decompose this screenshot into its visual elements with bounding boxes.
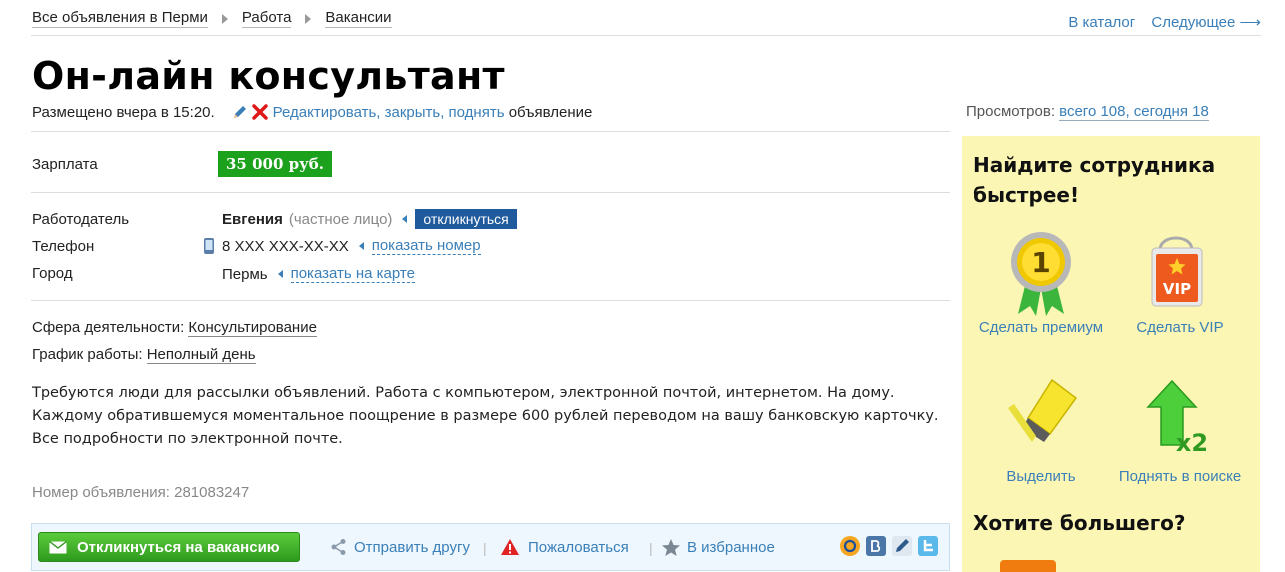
promo-heading-line: быстрее! [973, 183, 1080, 207]
vkontakte-icon[interactable] [866, 536, 886, 556]
svg-text:1: 1 [1031, 246, 1050, 279]
divider [31, 35, 1261, 36]
highlight-link[interactable]: Выделить [966, 468, 1116, 485]
raise-in-search-link[interactable]: Поднять в поиске [1105, 468, 1255, 485]
ad-description: Требуются люди для рассылки объявлений. … [32, 382, 952, 451]
divider [31, 300, 950, 301]
breadcrumb-all-ads[interactable]: Все объявления в Перми [32, 9, 208, 28]
livejournal-icon[interactable] [892, 536, 912, 556]
breadcrumb-arrow-icon [305, 13, 312, 24]
employer-value: Евгения (частное лицо) откликнуться [222, 209, 517, 229]
send-friend-link[interactable]: Отправить другу [330, 538, 470, 556]
phone-value: 8 XXX XXX-XX-XX показать номер [203, 237, 481, 255]
description-line: Требуются люди для рассылки объявлений. … [32, 385, 895, 401]
respond-vacancy-label: Откликнуться на вакансию [77, 538, 280, 556]
show-phone-link[interactable]: показать номер [371, 237, 481, 255]
vip-tag-icon[interactable]: VIP [1144, 232, 1210, 312]
orange-promo-icon [1000, 560, 1056, 572]
mail-ru-icon[interactable] [840, 536, 860, 556]
employer-name: Евгения [222, 210, 283, 228]
city-label: Город [32, 265, 73, 282]
respond-vacancy-button[interactable]: Откликнуться на вакансию [38, 532, 300, 562]
sphere-row: Сфера деятельности: Консультирование [32, 319, 317, 337]
respond-small-button[interactable]: откликнуться [415, 209, 517, 229]
sphere-label: Сфера деятельности: [32, 319, 189, 336]
description-line: Каждому обратившемуся моментальное поощр… [32, 408, 939, 424]
breadcrumb-vacancies[interactable]: Вакансии [325, 9, 392, 28]
page-title: Он-лайн консультант [32, 54, 505, 98]
salary-badge: 35 000 руб. [218, 151, 332, 177]
breadcrumb-work[interactable]: Работа [241, 9, 292, 28]
next-ad-link[interactable]: Следующее ⟶ [1151, 14, 1261, 31]
separator: | [649, 540, 653, 556]
ad-meta: Размещено вчера в 15:20. Редактировать, … [32, 103, 592, 121]
top-navigation: В каталог Следующее ⟶ [1056, 13, 1261, 31]
make-premium-link[interactable]: Сделать премиум [966, 319, 1116, 336]
city-name: Пермь [222, 265, 268, 283]
separator: | [483, 540, 487, 556]
schedule-value[interactable]: Неполный день [146, 346, 256, 364]
salary-label: Зарплата [32, 156, 98, 173]
close-icon[interactable] [251, 103, 269, 121]
twitter-icon[interactable] [918, 536, 938, 556]
svg-text:x2: x2 [1176, 429, 1208, 455]
views-counter: Просмотров: всего 108, сегодня 18 [966, 103, 1209, 121]
edit-suffix: объявление [504, 103, 593, 121]
phone-label: Телефон [32, 238, 95, 255]
arrow-left-icon [402, 215, 408, 223]
promo-sidebar: Найдите сотрудника быстрее! 1 Сделать пр… [962, 136, 1260, 572]
highlighter-icon[interactable] [1006, 376, 1080, 452]
views-link[interactable]: всего 108, сегодня 18 [1059, 103, 1209, 121]
svg-text:VIP: VIP [1163, 280, 1191, 298]
envelope-icon [49, 540, 67, 553]
edit-ad-link[interactable]: Редактировать, закрыть, поднять [273, 104, 505, 121]
breadcrumb-arrow-icon [221, 13, 228, 24]
complain-link[interactable]: Пожаловаться [500, 538, 629, 556]
employer-type: (частное лицо) [288, 210, 393, 228]
views-label: Просмотров: [966, 103, 1060, 120]
action-bar: Откликнуться на вакансию Отправить другу… [31, 523, 950, 571]
arrow-left-icon [277, 270, 283, 278]
city-value: Пермь показать на карте [222, 265, 415, 283]
send-friend-label: Отправить другу [354, 538, 470, 556]
catalog-link[interactable]: В каталог [1068, 14, 1135, 31]
schedule-row: График работы: Неполный день [32, 346, 256, 364]
favorite-link[interactable]: В избранное [661, 538, 775, 557]
employer-label: Работодатель [32, 211, 130, 228]
make-vip-link[interactable]: Сделать VIP [1105, 319, 1255, 336]
phone-number: 8 XXX XXX-XX-XX [222, 237, 349, 255]
favorite-label: В избранное [687, 539, 775, 556]
description-line: Все подробности по электронной почте. [32, 431, 343, 447]
phone-icon [204, 238, 214, 254]
complain-label: Пожаловаться [528, 538, 629, 556]
schedule-label: График работы: [32, 346, 147, 363]
more-heading: Хотите большего? [973, 511, 1186, 535]
pencil-icon[interactable] [231, 103, 249, 121]
posted-date: Размещено вчера в 15:20. [32, 103, 215, 121]
share-icon [331, 539, 346, 555]
arrow-left-icon [358, 242, 364, 250]
breadcrumb: Все объявления в Перми Работа Вакансии [32, 9, 392, 28]
promo-heading-line: Найдите сотрудника [973, 153, 1216, 177]
divider [31, 131, 950, 132]
warning-icon [501, 539, 519, 555]
raise-arrow-icon[interactable]: x2 [1146, 379, 1216, 455]
show-map-link[interactable]: показать на карте [290, 265, 415, 283]
sphere-value[interactable]: Консультирование [188, 319, 317, 337]
star-icon [662, 539, 680, 556]
promo-heading: Найдите сотрудника быстрее! [973, 150, 1215, 210]
ad-number: Номер объявления: 281083247 [32, 484, 250, 501]
medal-icon[interactable]: 1 [1006, 230, 1076, 316]
divider [31, 192, 950, 193]
